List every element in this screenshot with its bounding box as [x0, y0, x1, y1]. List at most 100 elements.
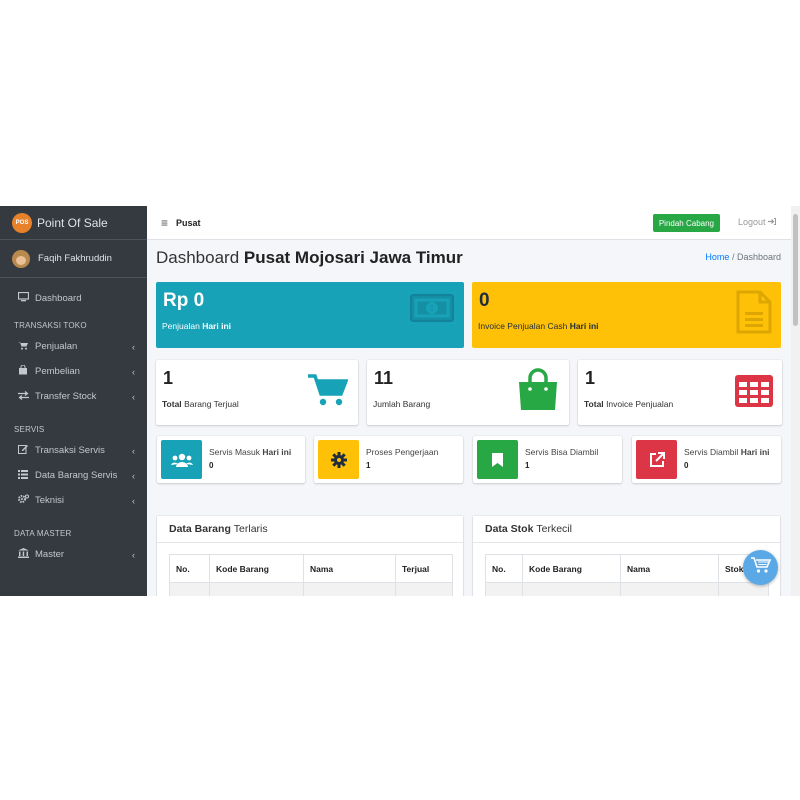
sidebar-item-teknisi[interactable]: Teknisi ‹	[0, 488, 147, 513]
monitor-icon	[16, 291, 30, 305]
stat-label: Total Barang Terjual	[162, 399, 239, 409]
breadcrumb-current: Dashboard	[736, 252, 781, 262]
menu-toggle-icon[interactable]: ≡	[161, 216, 168, 230]
service-taken-today-box[interactable]: Servis Diambil Hari ini 0	[632, 436, 781, 483]
brand-name: Point Of Sale	[37, 215, 108, 230]
exchange-icon	[16, 390, 30, 403]
cart-icon	[16, 341, 30, 353]
info-value: 0	[209, 461, 214, 470]
sidebar: POS Point Of Sale Faqih Fakhruddin Dashb…	[0, 206, 147, 596]
card-title: Data Stok Terkecil	[473, 516, 780, 543]
bank-icon	[16, 548, 30, 561]
service-in-progress-box[interactable]: Proses Pengerjaan 1	[314, 436, 463, 483]
file-alt-icon	[736, 290, 772, 339]
nav-header-toko: TRANSAKSI TOKO	[14, 321, 87, 330]
column-header[interactable]: Nama	[620, 554, 719, 583]
page-title: Dashboard Pusat Mojosari Jawa Timur	[156, 248, 463, 268]
sidebar-item-label: Data Barang Servis	[35, 470, 118, 481]
table-icon	[735, 375, 773, 412]
sidebar-item-pembelian[interactable]: Pembelian ‹	[0, 359, 147, 384]
sidebar-item-data-barang-servis[interactable]: Data Barang Servis ‹	[0, 463, 147, 488]
sales-today-box[interactable]: Rp 0 Penjualan Hari ini 1	[156, 282, 464, 348]
page-title-prefix: Dashboard	[156, 248, 240, 267]
chevron-left-icon: ‹	[132, 549, 135, 560]
app-window: POS Point Of Sale Faqih Fakhruddin Dashb…	[0, 206, 800, 596]
stat-value: 11	[374, 368, 394, 388]
scrollbar[interactable]	[791, 206, 800, 596]
total-invoice-box[interactable]: 1 Total Invoice Penjualan	[578, 360, 782, 425]
breadcrumb-home[interactable]: Home	[705, 252, 729, 262]
switch-branch-button[interactable]: Pindah Cabang	[652, 214, 720, 232]
shopping-bag-icon	[517, 368, 559, 417]
nav-header-servis: SERVIS	[14, 425, 45, 434]
page-title-branch: Pusat Mojosari Jawa Timur	[243, 248, 463, 267]
chevron-left-icon: ‹	[132, 391, 135, 402]
lowest-stock-card: Data Stok Terkecil No. Kode Barang Nama …	[473, 516, 780, 596]
best-selling-card: Data Barang Terlaris No. Kode Barang Nam…	[157, 516, 463, 596]
shopping-bag-icon	[16, 364, 30, 378]
stat-value: Rp 0	[163, 290, 205, 311]
sidebar-item-label: Penjualan	[35, 341, 78, 352]
service-in-today-box[interactable]: Servis Masuk Hari ini 0	[157, 436, 305, 483]
info-label: Servis Diambil Hari ini	[684, 447, 770, 457]
svg-text:1: 1	[430, 304, 435, 313]
breadcrumb: Home / Dashboard	[705, 252, 781, 262]
edit-icon	[16, 444, 30, 457]
top-navbar: ≡ Pusat Pindah Cabang Logout	[147, 206, 800, 596]
breadcrumb-separator: /	[731, 252, 735, 262]
sidebar-item-master[interactable]: Master ‹	[0, 542, 147, 567]
brand-link[interactable]: POS Point Of Sale	[0, 206, 147, 240]
column-header[interactable]: Nama	[303, 554, 396, 583]
logout-link[interactable]: Logout	[738, 217, 776, 227]
table-row[interactable]	[169, 582, 453, 596]
lowest-stock-table: No. Kode Barang Nama Stok	[485, 554, 769, 596]
chevron-left-icon: ‹	[132, 470, 135, 481]
external-link-icon	[636, 440, 677, 479]
column-header[interactable]: Kode Barang	[522, 554, 621, 583]
sidebar-item-label: Teknisi	[35, 495, 65, 506]
column-header[interactable]: No.	[169, 554, 210, 583]
info-value: 0	[684, 461, 689, 470]
items-sold-box[interactable]: 1 Total Barang Terjual	[156, 360, 358, 425]
invoice-cash-today-box[interactable]: 0 Invoice Penjualan Cash Hari ini	[472, 282, 781, 348]
stat-label: Penjualan Hari ini	[162, 321, 231, 331]
avatar	[12, 249, 30, 268]
info-label: Servis Bisa Diambil	[525, 447, 599, 457]
sidebar-item-dashboard[interactable]: Dashboard	[0, 286, 147, 311]
user-panel[interactable]: Faqih Fakhruddin	[0, 240, 147, 278]
sidebar-item-label: Dashboard	[35, 293, 82, 304]
stat-label: Jumlah Barang	[373, 399, 431, 409]
column-header[interactable]: Terjual	[395, 554, 453, 583]
logout-label: Logout	[737, 217, 766, 227]
info-label: Servis Masuk Hari ini	[209, 447, 292, 457]
cog-icon	[318, 440, 359, 479]
best-selling-table: No. Kode Barang Nama Terjual	[169, 554, 453, 596]
sidebar-item-penjualan[interactable]: Penjualan ‹	[0, 334, 147, 359]
item-count-box[interactable]: 11 Jumlah Barang	[367, 360, 569, 425]
scrollbar-thumb[interactable]	[793, 214, 798, 326]
shopping-cart-icon	[308, 373, 349, 412]
chevron-left-icon: ‹	[132, 495, 135, 506]
cogs-icon	[16, 494, 30, 507]
column-header[interactable]: No.	[485, 554, 523, 583]
sign-out-icon	[768, 217, 776, 227]
cart-fab-button[interactable]	[743, 550, 778, 585]
chevron-left-icon: ‹	[132, 445, 135, 456]
sidebar-item-label: Transfer Stock	[35, 391, 97, 402]
card-title: Data Barang Terlaris	[157, 516, 463, 543]
user-name: Faqih Fakhruddin	[38, 253, 112, 264]
chevron-left-icon: ‹	[132, 366, 135, 377]
info-value: 1	[525, 461, 530, 470]
cart-icon	[750, 556, 771, 579]
service-ready-box[interactable]: Servis Bisa Diambil 1	[473, 436, 622, 483]
sidebar-item-transfer-stock[interactable]: Transfer Stock ‹	[0, 384, 147, 409]
money-bill-icon: 1	[410, 292, 454, 329]
users-icon	[161, 440, 202, 479]
sidebar-item-transaksi-servis[interactable]: Transaksi Servis ‹	[0, 438, 147, 463]
list-icon	[16, 469, 30, 482]
column-header[interactable]: Kode Barang	[209, 554, 304, 583]
sidebar-item-label: Pembelian	[35, 366, 80, 377]
table-row[interactable]	[485, 582, 769, 596]
stat-value: 0	[479, 290, 490, 311]
chevron-left-icon: ‹	[132, 341, 135, 352]
